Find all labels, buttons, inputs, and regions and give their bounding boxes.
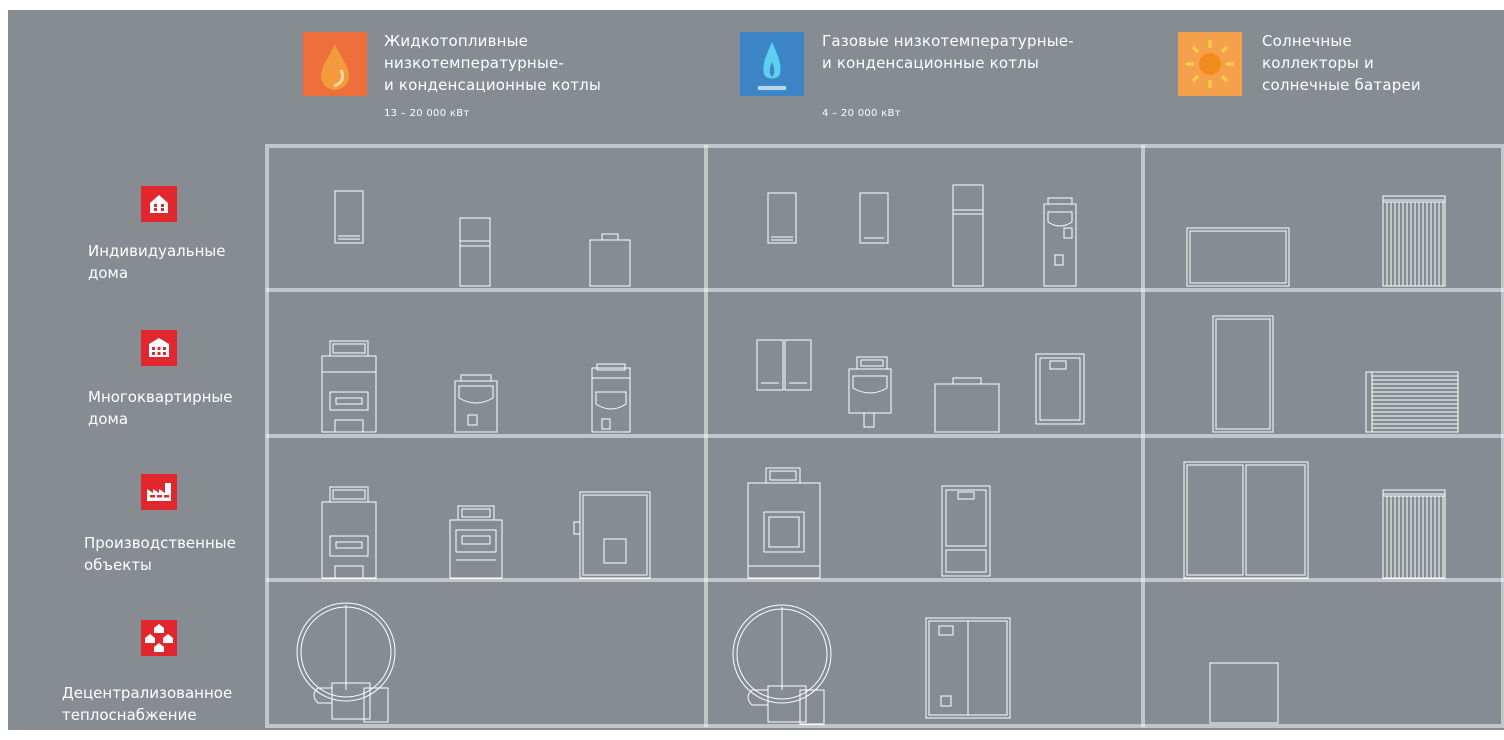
large-cylinder-boiler-drawing-gas xyxy=(732,604,832,725)
compact-boiler-drawing xyxy=(589,233,631,287)
double-wall-boiler-drawing xyxy=(756,339,812,391)
medium-oil-boiler-drawing xyxy=(454,374,498,433)
large-oil-boiler-drawing xyxy=(321,340,377,433)
wall-boiler-drawing-gas-1 xyxy=(767,192,797,244)
industrial-oil-boiler-drawing-2 xyxy=(449,505,503,579)
industrial-oil-boiler-drawing-3 xyxy=(573,491,651,579)
low-gas-boiler-drawing xyxy=(934,377,1000,433)
industrial-gas-boiler-drawing-2 xyxy=(941,485,991,577)
industrial-cabinet-boiler-drawing xyxy=(925,617,1011,719)
standing-boiler-drawing-gas xyxy=(1043,197,1077,287)
industrial-gas-boiler-drawing-1 xyxy=(747,467,821,579)
large-double-collector-drawing xyxy=(1183,461,1309,579)
flat-collector-drawing xyxy=(1186,227,1290,287)
large-cylinder-boiler-drawing xyxy=(296,602,396,723)
wall-boiler-drawing-gas-2 xyxy=(859,192,889,244)
tall-boiler-drawing-gas xyxy=(952,184,984,287)
equipment-grid xyxy=(265,144,1504,728)
gas-floor-boiler-drawing xyxy=(848,356,892,428)
solar-module-drawing xyxy=(1209,662,1279,724)
tube-collector-drawing-2 xyxy=(1382,489,1446,579)
wall-boiler-drawing xyxy=(334,190,364,244)
horizontal-tube-collector-drawing xyxy=(1365,371,1459,433)
industrial-oil-boiler-drawing-1 xyxy=(321,486,377,579)
cabinet-gas-boiler-drawing xyxy=(1035,353,1085,425)
grid-frame xyxy=(265,144,1504,728)
floor-boiler-drawing xyxy=(459,217,491,287)
vertical-collector-drawing xyxy=(1212,315,1274,433)
tube-collector-drawing xyxy=(1382,195,1446,287)
standing-oil-boiler-drawing xyxy=(591,363,631,433)
